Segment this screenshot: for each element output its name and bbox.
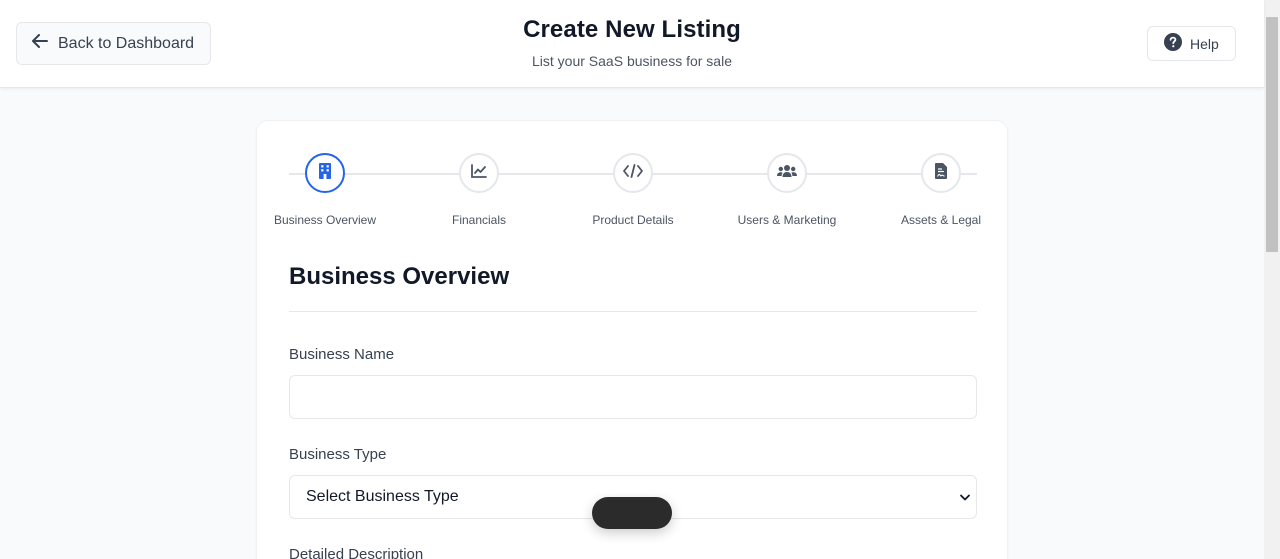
help-button[interactable]: Help	[1147, 26, 1236, 61]
step-circle[interactable]	[767, 153, 807, 193]
step-circle[interactable]	[459, 153, 499, 193]
file-contract-icon	[935, 162, 947, 184]
step-circle[interactable]	[305, 153, 345, 193]
floating-pill[interactable]	[592, 497, 672, 529]
scrollbar-thumb[interactable]	[1266, 17, 1278, 252]
step-label: Assets & Legal	[900, 213, 982, 227]
progress-stepper: Business Overview Financials Product Det…	[257, 121, 1009, 241]
question-circle-icon	[1164, 33, 1190, 54]
step-circle[interactable]	[921, 153, 961, 193]
step-financials[interactable]: Financials	[419, 153, 539, 227]
section-divider	[289, 311, 977, 312]
page-subtitle: List your SaaS business for sale	[532, 53, 732, 69]
business-name-input[interactable]	[289, 375, 977, 419]
step-assets-legal[interactable]: Assets & Legal	[881, 153, 1001, 227]
page: Back to Dashboard Create New Listing Lis…	[0, 0, 1280, 559]
users-icon	[777, 164, 797, 183]
top-header: Back to Dashboard Create New Listing Lis…	[0, 0, 1264, 88]
business-type-label: Business Type	[289, 446, 387, 463]
code-icon	[623, 163, 643, 183]
listing-form-card: Business Overview Financials Product Det…	[256, 120, 1008, 559]
page-title: Create New Listing	[523, 16, 741, 43]
main-content: Business Overview Financials Product Det…	[0, 88, 1264, 559]
step-label: Product Details	[592, 213, 674, 227]
page-scrollbar[interactable]	[1264, 0, 1280, 559]
step-users-marketing[interactable]: Users & Marketing	[727, 153, 847, 227]
chart-line-icon	[471, 163, 487, 183]
business-type-selected-value: Select Business Type	[306, 488, 459, 505]
step-product-details[interactable]: Product Details	[573, 153, 693, 227]
header-title-group: Create New Listing List your SaaS busine…	[0, 16, 1264, 69]
help-button-label: Help	[1190, 35, 1219, 52]
building-icon	[319, 162, 331, 184]
step-circle[interactable]	[613, 153, 653, 193]
step-label: Users & Marketing	[737, 213, 837, 227]
business-name-label: Business Name	[289, 346, 395, 363]
chevron-down-icon	[958, 491, 972, 509]
step-business-overview[interactable]: Business Overview	[265, 153, 385, 227]
step-label: Business Overview	[273, 213, 377, 227]
description-label: Detailed Description	[289, 546, 424, 559]
section-title: Business Overview	[289, 263, 510, 290]
step-label: Financials	[451, 213, 507, 227]
